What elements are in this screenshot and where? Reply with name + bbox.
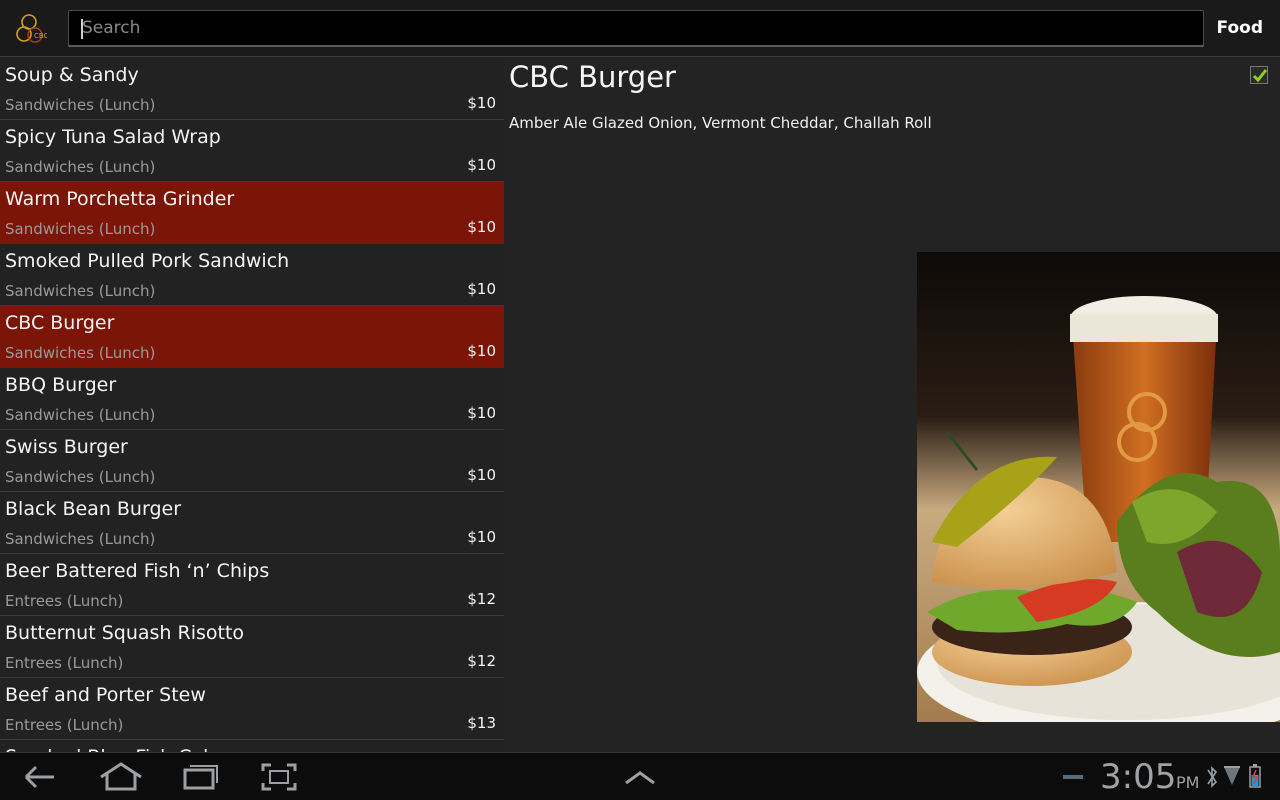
- menu-item-name: Smoked Pulled Pork Sandwich: [5, 250, 290, 272]
- tab-food[interactable]: Food: [1217, 18, 1263, 38]
- signal-icon: [1222, 761, 1242, 793]
- cbc-logo-icon[interactable]: CBC: [13, 12, 49, 46]
- menu-list-item[interactable]: Swiss Burger Sandwiches (Lunch) $10: [0, 430, 504, 492]
- action-bar: CBC Food: [0, 0, 1280, 57]
- clock-ampm: PM: [1176, 773, 1200, 792]
- menu-item-category: Sandwiches (Lunch): [5, 530, 156, 548]
- back-icon[interactable]: [22, 761, 58, 793]
- menu-item-category: Sandwiches (Lunch): [5, 282, 156, 300]
- menu-item-category: Entrees (Lunch): [5, 716, 124, 734]
- menu-item-category: Sandwiches (Lunch): [5, 344, 156, 362]
- menu-item-price: $10: [467, 94, 496, 112]
- menu-list-item[interactable]: Butternut Squash Risotto Entrees (Lunch) $…: [0, 616, 504, 678]
- menu-item-price: $13: [467, 714, 496, 732]
- menu-item-name: BBQ Burger: [5, 374, 117, 396]
- menu-item-category: Entrees (Lunch): [5, 654, 124, 672]
- menu-list-item[interactable]: Beer Battered Fish ‘n’ Chips Entrees (Lun…: [0, 554, 504, 616]
- menu-item-name: Beef and Porter Stew: [5, 684, 206, 706]
- menu-item-category: Sandwiches (Lunch): [5, 158, 156, 176]
- svg-text:CBC: CBC: [34, 32, 47, 40]
- up-chevron-icon[interactable]: [623, 761, 657, 793]
- menu-item-name: Spicy Tuna Salad Wrap: [5, 126, 221, 148]
- menu-item-category: Sandwiches (Lunch): [5, 220, 156, 238]
- menu-item-name: Beer Battered Fish ‘n’ Chips: [5, 560, 270, 582]
- clock-time[interactable]: 3:05: [1100, 757, 1176, 797]
- menu-item-category: Entrees (Lunch): [5, 592, 124, 610]
- menu-item-name: Black Bean Burger: [5, 498, 182, 520]
- menu-item-price: $12: [467, 590, 496, 608]
- system-navigation-bar: 3:05 PM: [0, 752, 1280, 800]
- menu-item-price: $10: [467, 280, 496, 298]
- menu-list-item[interactable]: Spicy Tuna Salad Wrap Sandwiches (Lunch) $…: [0, 120, 504, 182]
- menu-item-price: $10: [467, 404, 496, 422]
- burger-and-beer-photo: [917, 252, 1280, 722]
- favorite-checkbox[interactable]: [1250, 66, 1268, 84]
- app-root: CBC Food Soup & Sandy Sandwiches (Lunch) $…: [0, 0, 1280, 800]
- detail-title: CBC Burger: [509, 60, 676, 94]
- menu-list-item[interactable]: Smoked Blue Fish Cakes: [0, 740, 504, 752]
- menu-item-price: $10: [467, 466, 496, 484]
- menu-list-item[interactable]: Smoked Pulled Pork Sandwich Sandwiches (L…: [0, 244, 504, 306]
- search-field[interactable]: [68, 10, 1204, 47]
- screenshot-icon[interactable]: [260, 761, 298, 793]
- menu-item-name: CBC Burger: [5, 312, 115, 334]
- menu-item-price: $10: [467, 156, 496, 174]
- menu-item-name: Warm Porchetta Grinder: [5, 188, 235, 210]
- menu-item-category: Sandwiches (Lunch): [5, 468, 156, 486]
- menu-item-category: Sandwiches (Lunch): [5, 96, 156, 114]
- text-caret: [81, 19, 83, 39]
- menu-item-category: Sandwiches (Lunch): [5, 406, 156, 424]
- menu-item-name: Swiss Burger: [5, 436, 128, 458]
- menu-list-item[interactable]: Black Bean Burger Sandwiches (Lunch) $10: [0, 492, 504, 554]
- menu-list-item[interactable]: Warm Porchetta Grinder Sandwiches (Lunch)…: [0, 182, 504, 244]
- menu-item-name: Butternut Squash Risotto: [5, 622, 245, 644]
- recent-apps-icon[interactable]: [182, 761, 220, 793]
- menu-item-price: $12: [467, 652, 496, 670]
- detail-description: Amber Ale Glazed Onion, Vermont Cheddar,…: [509, 114, 932, 132]
- menu-item-price: $10: [467, 218, 496, 236]
- menu-list-item[interactable]: BBQ Burger Sandwiches (Lunch) $10: [0, 368, 504, 430]
- menu-item-price: $10: [467, 342, 496, 360]
- home-icon[interactable]: [98, 761, 144, 793]
- menu-list-item[interactable]: Beef and Porter Stew Entrees (Lunch) $13: [0, 678, 504, 740]
- usb-icon: [1062, 761, 1084, 793]
- menu-list-item[interactable]: Soup & Sandy Sandwiches (Lunch) $10: [0, 58, 504, 120]
- menu-list[interactable]: Soup & Sandy Sandwiches (Lunch) $10 Spicy T…: [0, 58, 504, 752]
- battery-icon: [1248, 761, 1262, 793]
- bluetooth-icon: [1205, 761, 1219, 793]
- menu-item-name: Soup & Sandy: [5, 64, 139, 86]
- menu-list-item[interactable]: CBC Burger Sandwiches (Lunch) $10: [0, 306, 504, 368]
- search-input[interactable]: [69, 11, 1203, 45]
- checkmark-icon: [1252, 69, 1268, 83]
- menu-item-price: $10: [467, 528, 496, 546]
